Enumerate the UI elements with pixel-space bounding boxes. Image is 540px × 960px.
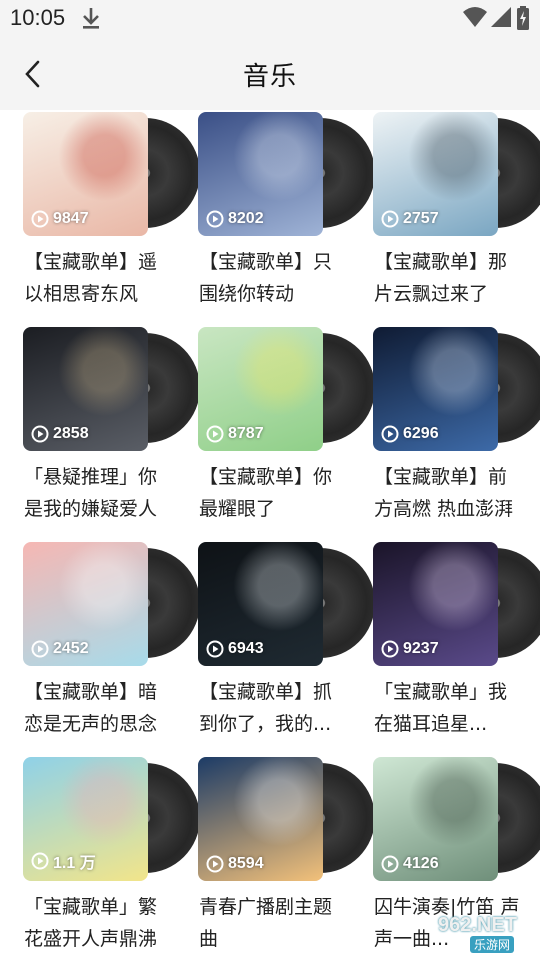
title-bar: 音乐 xyxy=(0,36,540,110)
play-circle-icon xyxy=(206,855,224,873)
play-count-value: 9237 xyxy=(403,640,439,657)
playlist-card[interactable]: 6296 【宝藏歌单】前方高燃 热血澎湃 xyxy=(350,325,540,535)
play-count: 8594 xyxy=(206,855,264,873)
playlist-title[interactable]: 【宝藏歌单】抓到你了，我的... xyxy=(199,676,345,740)
playlist-title[interactable]: 【宝藏歌单】前方高燃 热血澎湃 xyxy=(374,461,520,525)
playlist-card[interactable]: 8787 【宝藏歌单】你最耀眼了 xyxy=(175,325,375,535)
playlist-card[interactable]: 2858 「悬疑推理」你是我的嫌疑爱人 xyxy=(0,325,200,535)
playlist-cover[interactable]: 8202 xyxy=(198,112,323,236)
play-count-value: 9847 xyxy=(53,210,89,227)
play-count-value: 1.1 万 xyxy=(53,855,96,872)
play-count: 8202 xyxy=(206,210,264,228)
play-count-value: 8787 xyxy=(228,425,264,442)
play-circle-icon xyxy=(381,210,399,228)
playlist-cover[interactable]: 8787 xyxy=(198,327,323,451)
signal-icon xyxy=(491,7,511,27)
playlist-title[interactable]: 「宝藏歌单」我在猫耳追星... xyxy=(374,676,520,740)
status-bar: 10:05 xyxy=(0,0,540,36)
play-circle-icon xyxy=(31,425,49,443)
play-circle-icon xyxy=(381,425,399,443)
play-count-value: 6943 xyxy=(228,640,264,657)
wifi-icon xyxy=(463,7,487,27)
play-count-value: 4126 xyxy=(403,855,439,872)
playlist-card[interactable]: 9847 【宝藏歌单】遥以相思寄东风 xyxy=(0,110,200,320)
play-count-value: 2452 xyxy=(53,640,89,657)
play-circle-icon xyxy=(206,425,224,443)
play-count: 4126 xyxy=(381,855,439,873)
battery-icon xyxy=(517,6,529,30)
play-circle-icon xyxy=(206,210,224,228)
playlist-title[interactable]: 【宝藏歌单】只围绕你转动 xyxy=(199,246,345,310)
watermark-logo: 962.NET 乐游网 xyxy=(430,912,534,954)
playlist-grid: 9847 【宝藏歌单】遥以相思寄东风 8202 【宝藏歌单】只围绕你转动 2757 【宝藏… xyxy=(0,110,540,960)
playlist-cover[interactable]: 8594 xyxy=(198,757,323,881)
status-time: 10:05 xyxy=(10,5,66,30)
playlist-cover[interactable]: 6296 xyxy=(373,327,498,451)
playlist-card[interactable]: 6943 【宝藏歌单】抓到你了，我的... xyxy=(175,540,375,750)
playlist-cover[interactable]: 1.1 万 xyxy=(23,757,148,881)
play-count: 2858 xyxy=(31,425,89,443)
playlist-cover[interactable]: 4126 xyxy=(373,757,498,881)
playlist-title[interactable]: 青春广播剧主题曲 xyxy=(199,891,345,955)
play-count: 9237 xyxy=(381,640,439,658)
play-circle-icon xyxy=(381,855,399,873)
play-count-value: 8202 xyxy=(228,210,264,227)
playlist-title[interactable]: 【宝藏歌单】那片云飘过来了 xyxy=(374,246,520,310)
playlist-title[interactable]: 【宝藏歌单】遥以相思寄东风 xyxy=(24,246,170,310)
playlist-title[interactable]: 「悬疑推理」你是我的嫌疑爱人 xyxy=(24,461,170,525)
playlist-cover[interactable]: 2757 xyxy=(373,112,498,236)
play-circle-icon xyxy=(31,210,49,228)
playlist-card[interactable]: 2757 【宝藏歌单】那片云飘过来了 xyxy=(350,110,540,320)
playlist-cover[interactable]: 9237 xyxy=(373,542,498,666)
playlist-cover[interactable]: 2452 xyxy=(23,542,148,666)
play-count: 2452 xyxy=(31,640,89,658)
play-circle-icon xyxy=(381,640,399,658)
play-circle-icon xyxy=(206,640,224,658)
page-title: 音乐 xyxy=(242,62,297,92)
playlist-title[interactable]: 【宝藏歌单】你最耀眼了 xyxy=(199,461,345,525)
play-count: 6296 xyxy=(381,425,439,443)
playlist-cover[interactable]: 6943 xyxy=(198,542,323,666)
play-count: 6943 xyxy=(206,640,264,658)
play-count-value: 6296 xyxy=(403,425,439,442)
playlist-card[interactable]: 9237 「宝藏歌单」我在猫耳追星... xyxy=(350,540,540,750)
play-count: 9847 xyxy=(31,210,89,228)
watermark-text: 962.NET xyxy=(438,914,517,936)
play-count: 8787 xyxy=(206,425,264,443)
playlist-card[interactable]: 2452 【宝藏歌单】暗恋是无声的思念 xyxy=(0,540,200,750)
play-circle-icon xyxy=(31,640,49,658)
play-circle-icon xyxy=(31,852,49,870)
play-count-value: 2858 xyxy=(53,425,89,442)
playlist-title[interactable]: 「宝藏歌单」繁花盛开人声鼎沸 xyxy=(24,891,170,955)
playlist-cover[interactable]: 9847 xyxy=(23,112,148,236)
playlist-card[interactable]: 8594 青春广播剧主题曲 xyxy=(175,755,375,960)
watermark-subtext: 乐游网 xyxy=(470,936,515,953)
playlist-card[interactable]: 1.1 万「宝藏歌单」繁花盛开人声鼎沸 xyxy=(0,755,200,960)
playlist-title[interactable]: 【宝藏歌单】暗恋是无声的思念 xyxy=(24,676,170,740)
playlist-cover[interactable]: 2858 xyxy=(23,327,148,451)
playlist-card[interactable]: 8202 【宝藏歌单】只围绕你转动 xyxy=(175,110,375,320)
play-count: 1.1 万 xyxy=(31,849,96,873)
play-count-value: 2757 xyxy=(403,210,439,227)
play-count-value: 8594 xyxy=(228,855,264,872)
download-icon xyxy=(83,8,99,29)
play-count: 2757 xyxy=(381,210,439,228)
